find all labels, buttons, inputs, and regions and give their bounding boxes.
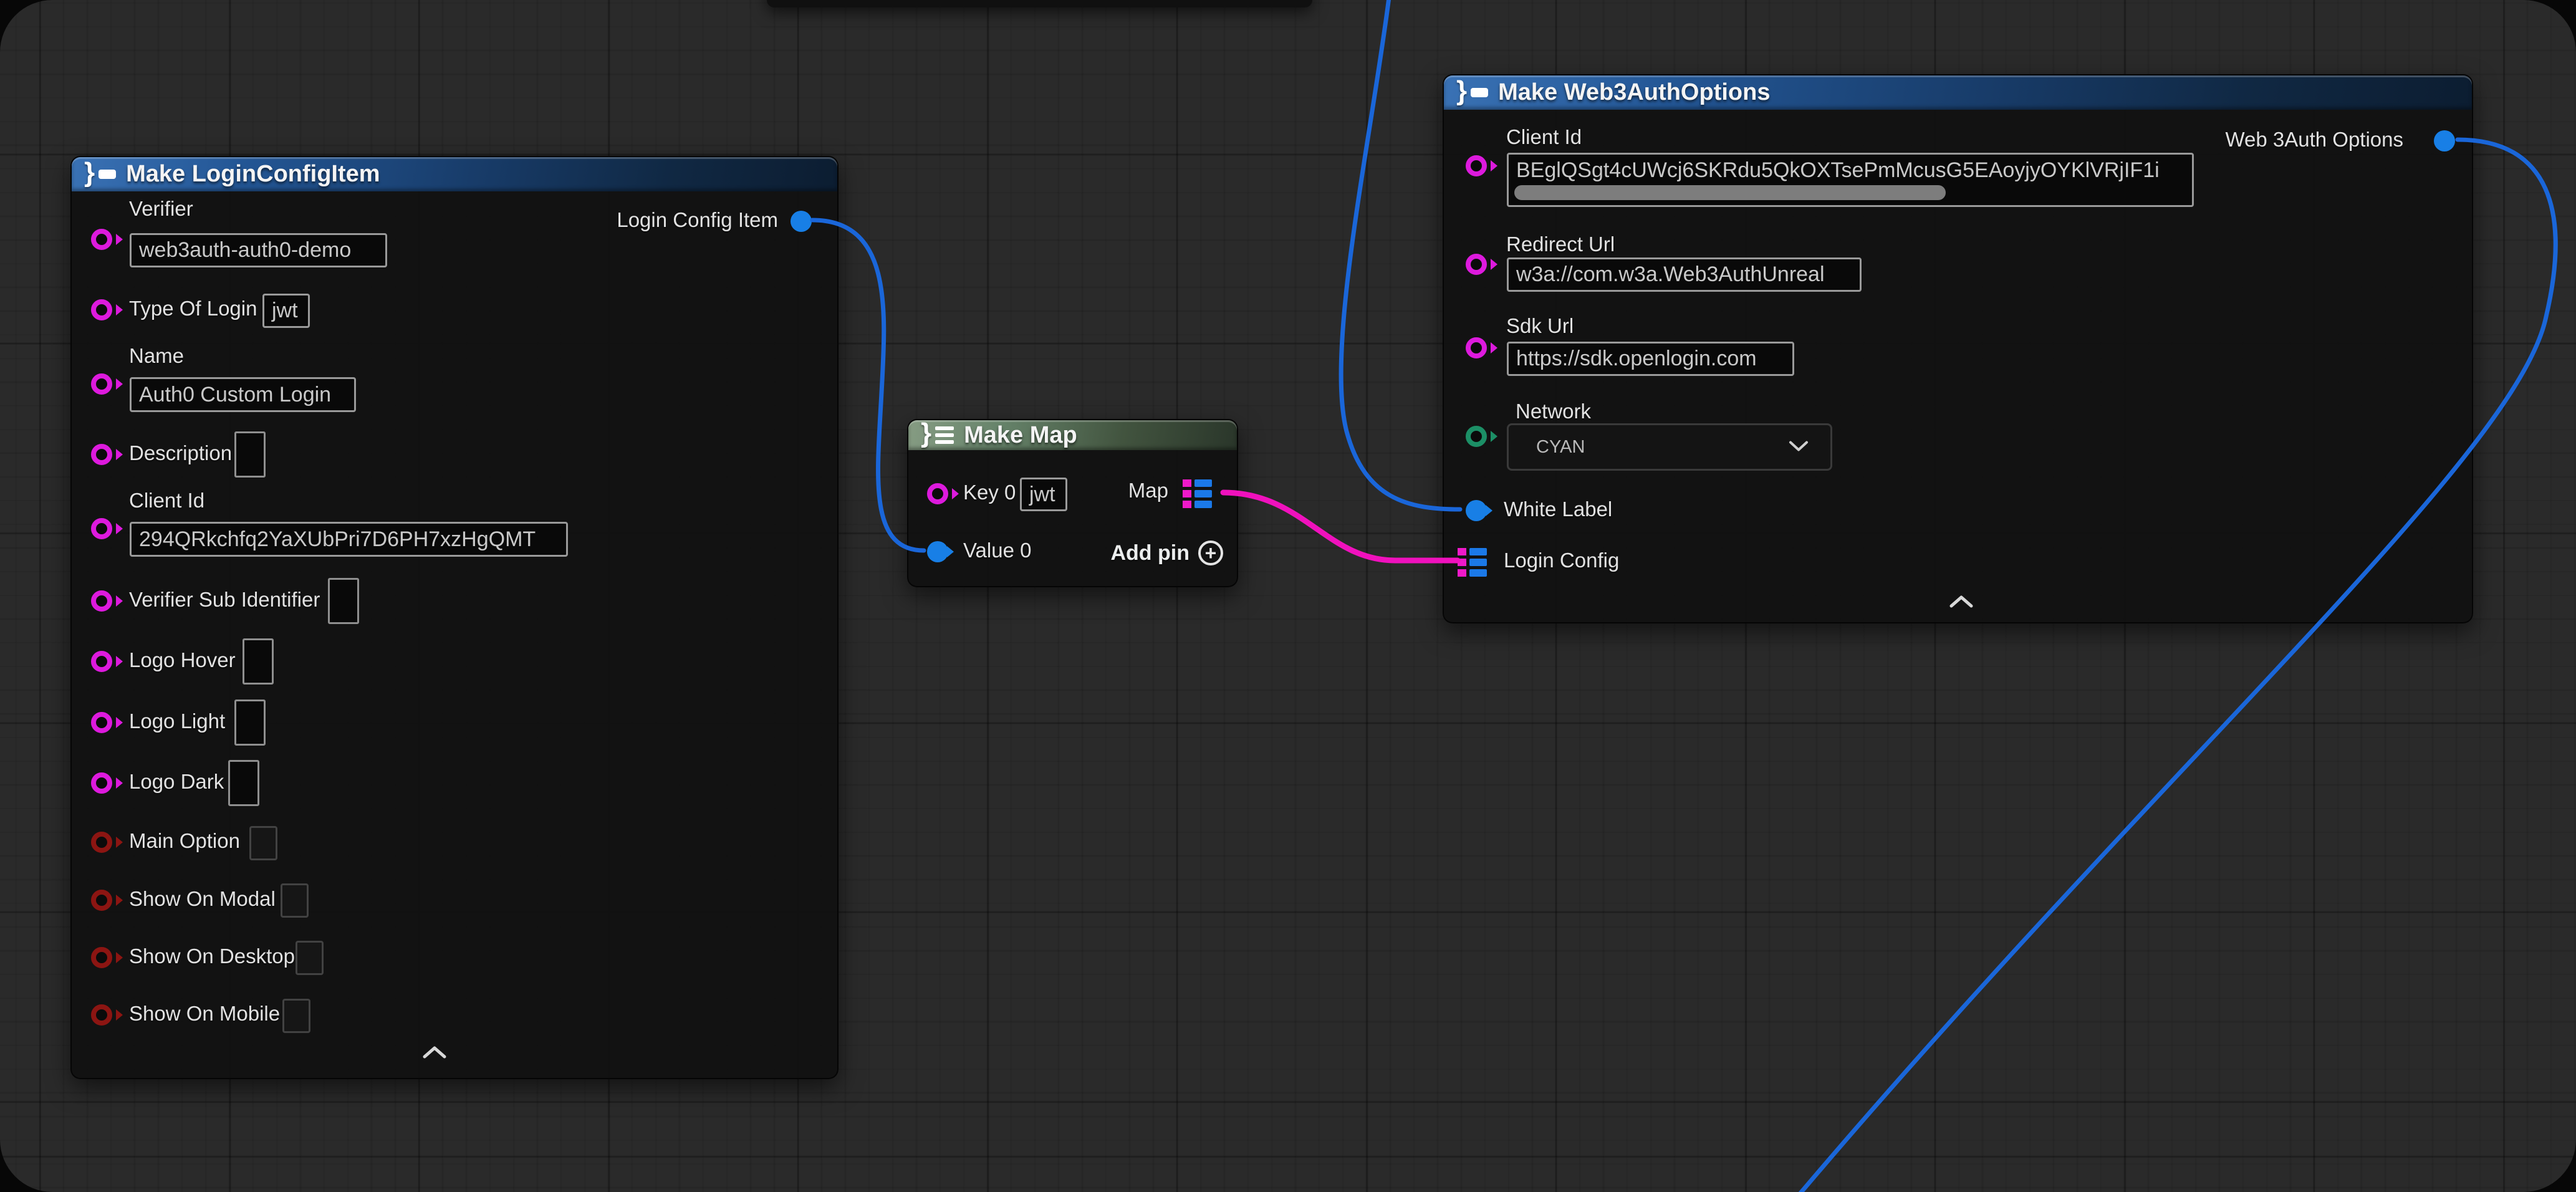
- input-pin-type-of-login[interactable]: [91, 299, 112, 320]
- input-pin-description[interactable]: [91, 444, 112, 465]
- output-pin-map[interactable]: [1183, 479, 1212, 508]
- name-input[interactable]: Auth0 Custom Login: [130, 377, 356, 412]
- node-header[interactable]: } Make Web3AuthOptions: [1444, 75, 2472, 110]
- pin-label-logo-hover: Logo Hover: [129, 648, 236, 672]
- pin-label-login-config-item: Login Config Item: [617, 208, 778, 232]
- type-of-login-input[interactable]: jwt: [262, 294, 310, 328]
- pin-label-show-on-modal: Show On Modal: [129, 887, 276, 911]
- pin-label-white-label: White Label: [1504, 497, 1612, 521]
- pin-label-logo-light: Logo Light: [129, 709, 225, 733]
- input-pin-white-label[interactable]: [1466, 500, 1487, 521]
- logo-dark-input[interactable]: [228, 760, 259, 806]
- pin-label-map: Map: [1128, 479, 1168, 502]
- input-pin-sdk-url[interactable]: [1466, 337, 1487, 358]
- pin-label-network: Network: [1516, 400, 1591, 423]
- show-on-modal-checkbox[interactable]: [281, 883, 309, 918]
- input-pin-value0[interactable]: [927, 541, 948, 562]
- logo-light-input[interactable]: [234, 699, 266, 746]
- main-option-checkbox[interactable]: [249, 826, 277, 860]
- add-pin-button[interactable]: Add pin +: [1110, 541, 1223, 565]
- show-on-desktop-checkbox[interactable]: [296, 941, 324, 975]
- input-pin-key0[interactable]: [927, 483, 948, 504]
- show-on-mobile-checkbox[interactable]: [282, 999, 310, 1033]
- pin-label-type-of-login: Type Of Login: [129, 297, 257, 320]
- input-pin-show-on-modal[interactable]: [91, 890, 112, 911]
- verifier-sub-identifier-input[interactable]: [328, 578, 359, 624]
- pin-label-show-on-desktop: Show On Desktop: [129, 944, 295, 968]
- network-selected-value: CYAN: [1536, 437, 1585, 458]
- pin-label-client-id: Client Id: [1506, 125, 1582, 149]
- pin-label-main-option: Main Option: [129, 829, 240, 853]
- pin-label-web3auth-options: Web 3Auth Options: [2225, 128, 2403, 151]
- node-title: Make Map: [964, 422, 1077, 449]
- input-pin-verifier-sub-identifier[interactable]: [91, 590, 112, 612]
- pin-label-value0: Value 0: [963, 539, 1031, 562]
- collapse-chevron-icon[interactable]: [1949, 594, 1974, 612]
- pin-label-login-config: Login Config: [1504, 549, 1619, 572]
- input-pin-redirect-url[interactable]: [1466, 254, 1487, 275]
- make-struct-icon: }: [1456, 88, 1488, 97]
- client-id-scrollbar[interactable]: [1514, 185, 1946, 200]
- input-pin-show-on-mobile[interactable]: [91, 1004, 112, 1026]
- logo-hover-input[interactable]: [243, 638, 274, 685]
- offscreen-node-top: [767, 0, 1312, 7]
- input-pin-client-id[interactable]: [91, 518, 112, 539]
- pin-label-show-on-mobile: Show On Mobile: [129, 1002, 280, 1026]
- description-input[interactable]: [234, 431, 266, 478]
- make-map-icon: }: [921, 426, 954, 444]
- input-pin-name[interactable]: [91, 373, 112, 395]
- input-pin-client-id[interactable]: [1466, 155, 1487, 176]
- pin-label-client-id: Client Id: [129, 489, 204, 512]
- pin-label-redirect-url: Redirect Url: [1506, 233, 1615, 256]
- chevron-down-icon: [1788, 437, 1809, 458]
- input-pin-logo-hover[interactable]: [91, 651, 112, 672]
- pin-label-key0: Key 0: [963, 481, 1016, 504]
- node-make-login-config-item[interactable]: } Make LoginConfigItem Login Config Item…: [70, 156, 839, 1079]
- node-make-web3auth-options[interactable]: } Make Web3AuthOptions Web 3Auth Options…: [1443, 74, 2473, 623]
- input-pin-logo-dark[interactable]: [91, 772, 112, 794]
- node-title: Make Web3AuthOptions: [1498, 79, 1770, 106]
- input-pin-network[interactable]: [1466, 426, 1487, 447]
- node-header[interactable]: } Make LoginConfigItem: [72, 157, 837, 191]
- output-pin-web3auth-options[interactable]: [2434, 130, 2455, 151]
- pin-label-sdk-url: Sdk Url: [1506, 314, 1574, 338]
- network-dropdown[interactable]: CYAN: [1507, 423, 1832, 471]
- pin-label-description: Description: [129, 441, 232, 465]
- wire-map-to-loginconfig[interactable]: [1223, 493, 1458, 560]
- node-header[interactable]: } Make Map: [908, 420, 1237, 450]
- pin-label-verifier-sub-identifier: Verifier Sub Identifier: [129, 588, 320, 612]
- input-pin-login-config[interactable]: [1458, 548, 1487, 577]
- redirect-url-input[interactable]: w3a://com.w3a.Web3AuthUnreal: [1507, 257, 1862, 292]
- input-pin-main-option[interactable]: [91, 832, 112, 853]
- pin-label-logo-dark: Logo Dark: [129, 770, 224, 794]
- client-id-input[interactable]: 294QRkchfq2YaXUbPri7D6PH7xzHgQMT: [130, 522, 568, 557]
- input-pin-show-on-desktop[interactable]: [91, 947, 112, 968]
- key0-input[interactable]: jwt: [1020, 478, 1067, 511]
- add-pin-label: Add pin: [1110, 541, 1189, 565]
- output-pin-login-config-item[interactable]: [791, 211, 812, 232]
- verifier-input[interactable]: web3auth-auth0-demo: [130, 233, 387, 267]
- pin-label-verifier: Verifier: [129, 197, 193, 221]
- blueprint-canvas[interactable]: } Make LoginConfigItem Login Config Item…: [0, 0, 2576, 1192]
- pin-label-name: Name: [129, 344, 184, 368]
- node-make-map[interactable]: } Make Map Key 0 jwt Map Value 0 Add pin…: [907, 419, 1238, 587]
- add-pin-plus-icon: +: [1198, 541, 1223, 565]
- input-pin-logo-light[interactable]: [91, 712, 112, 733]
- collapse-chevron-icon[interactable]: [422, 1045, 447, 1063]
- sdk-url-input[interactable]: https://sdk.openlogin.com: [1507, 342, 1794, 376]
- make-struct-icon: }: [84, 170, 116, 179]
- node-title: Make LoginConfigItem: [126, 161, 380, 188]
- input-pin-verifier[interactable]: [91, 229, 112, 250]
